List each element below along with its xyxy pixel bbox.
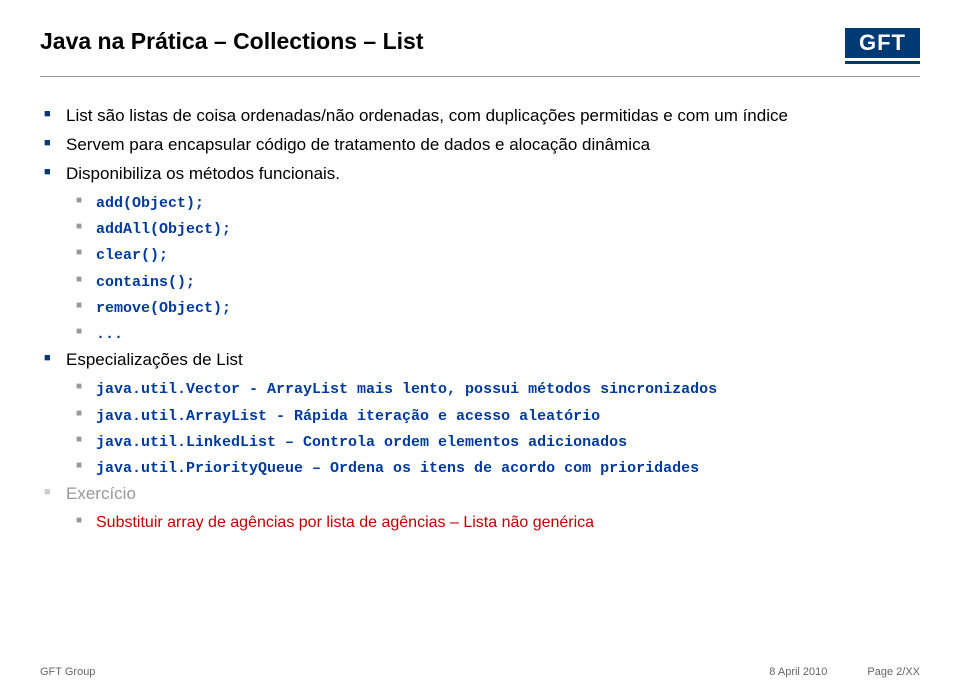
bullet-sub-item: contains(); (40, 271, 920, 293)
code-text: java.util.ArrayList - Rápida iteração e … (96, 408, 600, 425)
bullet-sub-item: clear(); (40, 244, 920, 266)
bullet-sub-item: remove(Object); (40, 297, 920, 319)
bullet-sub-item: java.util.LinkedList – Controla ordem el… (40, 431, 920, 453)
bullet-item: Exercício (40, 483, 920, 506)
code-text: java.util.LinkedList – Controla ordem el… (96, 434, 627, 451)
code-text: ... (96, 326, 123, 343)
code-text: java.util.PriorityQueue – Ordena os iten… (96, 460, 699, 477)
bullet-item: List são listas de coisa ordenadas/não o… (40, 105, 920, 128)
bullet-sub-item: java.util.Vector - ArrayList mais lento,… (40, 378, 920, 400)
page-title: Java na Prática – Collections – List (40, 28, 424, 55)
code-text: add(Object); (96, 195, 204, 212)
exercise-text: Substituir array de agências por lista d… (96, 514, 594, 531)
footer-left: GFT Group (40, 666, 95, 678)
bullet-item: Especializações de List (40, 349, 920, 372)
footer-page: Page 2/XX (867, 666, 920, 678)
bullet-item: Disponibiliza os métodos funcionais. (40, 163, 920, 186)
code-text: clear(); (96, 247, 168, 264)
code-text: remove(Object); (96, 300, 231, 317)
footer-right: 8 April 2010 Page 2/XX (769, 666, 920, 678)
bullet-item: Servem para encapsular código de tratame… (40, 134, 920, 157)
bullet-sub-item: addAll(Object); (40, 218, 920, 240)
slide-footer: GFT Group 8 April 2010 Page 2/XX (0, 666, 960, 678)
slide-header: Java na Prática – Collections – List GFT (40, 28, 920, 77)
code-text: contains(); (96, 274, 195, 291)
bullet-sub-item: java.util.PriorityQueue – Ordena os iten… (40, 457, 920, 479)
slide-content: List são listas de coisa ordenadas/não o… (40, 105, 920, 534)
logo-wrap: GFT (845, 28, 920, 64)
footer-date: 8 April 2010 (769, 666, 827, 678)
bullet-sub-item: ... (40, 323, 920, 345)
bullet-text: Exercício (66, 484, 136, 503)
code-text: java.util.Vector - ArrayList mais lento,… (96, 381, 717, 398)
bullet-sub-item: java.util.ArrayList - Rápida iteração e … (40, 405, 920, 427)
bullet-sub-item: add(Object); (40, 192, 920, 214)
gft-logo: GFT (845, 28, 920, 58)
code-text: addAll(Object); (96, 221, 231, 238)
bullet-sub-item: Substituir array de agências por lista d… (40, 512, 920, 534)
